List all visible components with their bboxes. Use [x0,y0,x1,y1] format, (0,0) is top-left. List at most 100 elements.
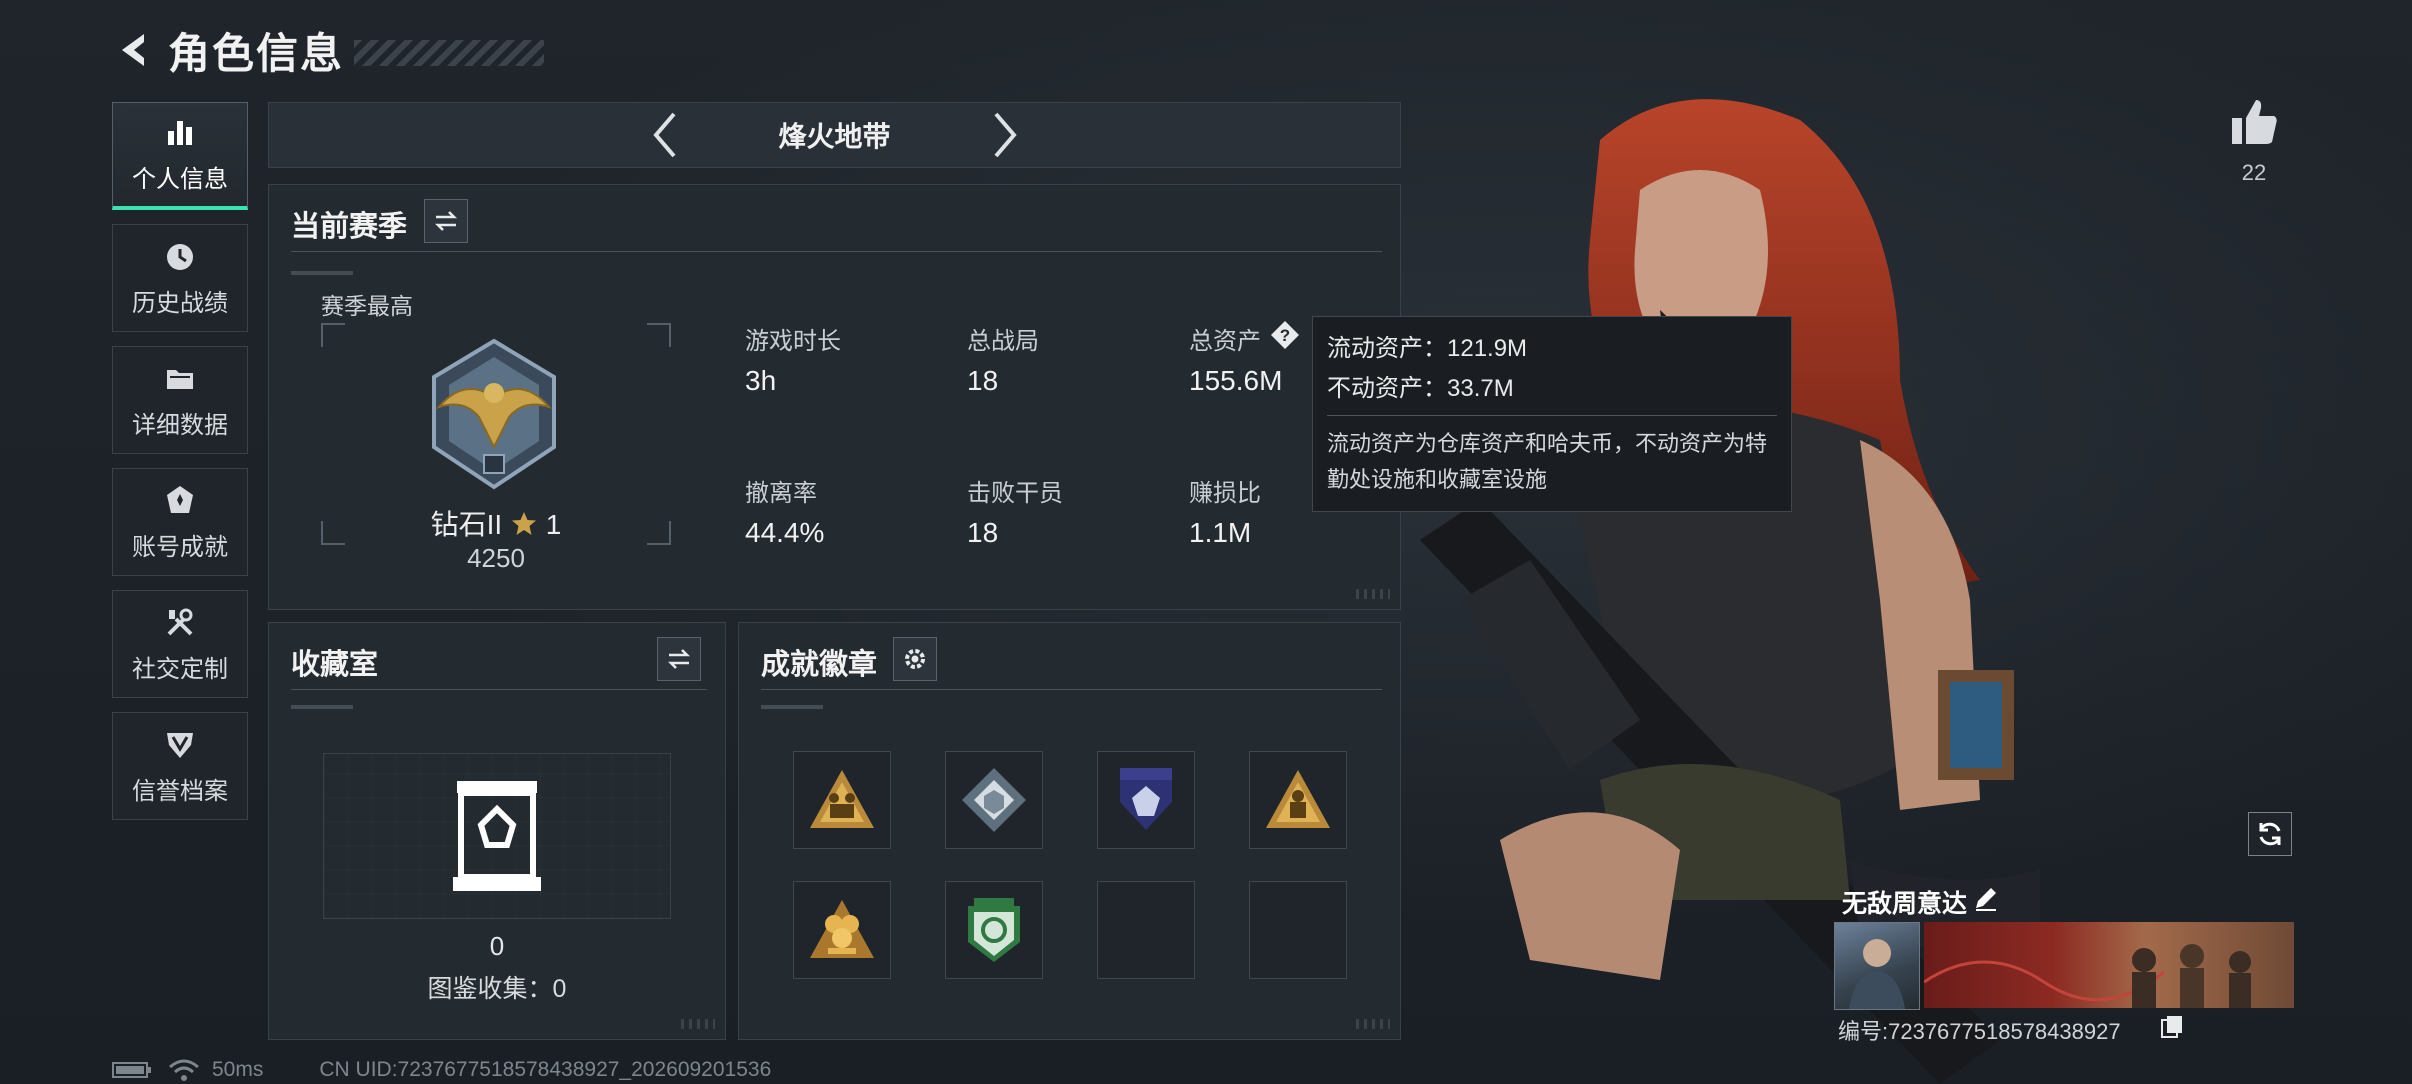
assets-help-button[interactable]: ? [1269,319,1301,351]
shield-v-icon [167,732,193,758]
like-count: 22 [2241,160,2267,185]
folder-icon [167,369,193,389]
badge-slot[interactable] [1249,751,1347,849]
back-arrow-icon [122,34,144,66]
help-icon: ? [1271,321,1299,349]
refresh-button[interactable] [2248,812,2292,856]
ping: 50ms [212,1058,264,1081]
gold-cluster-badge-icon [810,900,874,958]
rank-emblem-icon [432,338,556,490]
stat-value-kills: 18 [967,517,999,548]
divider [291,689,707,690]
page-title: 角色信息 [168,29,345,77]
divider [761,689,1382,690]
divider-accent [291,705,353,709]
bar-chart-icon [168,121,192,145]
badge-slot[interactable] [945,881,1043,979]
thumbs-up-icon [2232,100,2277,144]
nav-label: 账号成就 [132,533,228,561]
nav-item-detailed-data[interactable]: 详细数据 [112,346,248,454]
svg-text:?: ? [1280,326,1290,345]
status-bar: 50ms CN UID:7237677518578438927_20260920… [112,1056,771,1084]
like-button[interactable] [2228,96,2280,148]
page-header: 角色信息 [112,22,545,78]
assets-description: 流动资产为仓库资产和哈夫币，不动资产为特勤处设施和收藏室设施 [1327,431,1768,492]
title-decoration [354,40,545,66]
prev-mode-button[interactable] [645,110,685,160]
back-button[interactable] [112,28,156,72]
stat-label-extract-rate: 撤离率 [745,480,817,507]
next-mode-button[interactable] [985,110,1025,160]
switch-collection-button[interactable] [657,637,701,681]
player-name: 无敌周意达 [1842,890,1968,918]
divider-accent [761,705,823,709]
collection-title: 收藏室 [291,649,379,681]
fixed-assets: 不动资产：33.7M [1327,375,1514,402]
pencil-icon [1976,888,1996,911]
season-panel: 当前赛季 赛季最高 钻石II 1 4250 游戏时长 3h 总战局 18 总资产… [268,184,1401,610]
copy-icon [2161,1016,2182,1038]
rank-score: 4250 [467,543,525,573]
divider-accent [291,271,353,275]
rank-name: 钻石II 1 [430,509,562,540]
copy-id-button[interactable] [2160,1014,2184,1038]
nav-item-match-history[interactable]: 历史战绩 [112,224,248,332]
soldiers-triangle-badge-icon [810,770,874,828]
badge-slot[interactable] [945,751,1043,849]
nav-label: 信誉档案 [132,777,228,805]
banner-image [1924,944,2251,1008]
swap-icon [667,649,691,669]
badge-slot[interactable] [793,751,891,849]
display-case-icon [453,781,541,891]
badge-slot[interactable] [793,881,891,979]
nav-label: 个人信息 [132,166,228,193]
star-icon [511,512,536,535]
switch-season-button[interactable] [424,199,468,243]
badge-slot-empty[interactable] [1097,881,1195,979]
avatar[interactable] [1834,922,1920,1010]
badge-slot[interactable] [1097,751,1195,849]
season-best-label: 赛季最高 [321,293,413,319]
clock-icon [167,243,193,270]
nav-label: 社交定制 [132,655,228,683]
badges-panel: 成就徽章 [738,622,1401,1040]
collection-count: 0 [489,931,505,961]
avatar-image [1849,939,1905,1009]
chevron-right-icon [993,112,1017,158]
divider [291,251,1382,252]
stat-label-playtime: 游戏时长 [745,328,841,355]
green-emblem-badge-icon [968,898,1020,962]
nav-item-personal-info[interactable]: 个人信息 [112,102,248,210]
liquid-assets: 流动资产：121.9M [1327,335,1528,362]
nav-label: 历史战绩 [132,289,228,317]
stat-label-matches: 总战局 [967,328,1039,355]
badge-slot-empty[interactable] [1249,881,1347,979]
mode-title: 烽火地带 [778,121,891,152]
mode-selector: 烽火地带 [268,102,1401,168]
stat-label-kills: 击败干员 [967,480,1063,507]
collection-panel: 收藏室 0 图鉴收集：0 [268,622,726,1040]
nav-item-achievements[interactable]: 账号成就 [112,468,248,576]
badge-settings-button[interactable] [893,637,937,681]
season-panel-title: 当前赛季 [291,211,408,243]
uid: CN UID:7237677518578438927_202609201536 [319,1058,772,1081]
corner-decoration [681,1019,715,1029]
gear-icon [905,649,925,669]
achievement-icon [167,485,193,513]
badges-title: 成就徽章 [761,649,878,681]
tooltip-divider [1327,415,1777,416]
nav-label: 详细数据 [132,411,228,439]
nav-item-reputation[interactable]: 信誉档案 [112,712,248,820]
profile-banner[interactable] [1924,922,2294,1008]
edit-name-button[interactable] [1972,884,2000,912]
stat-value-playtime: 3h [745,365,777,396]
swap-icon [434,211,458,231]
codex-count: 图鉴收集：0 [427,975,567,1003]
stat-value-assets: 155.6M [1189,365,1283,396]
stat-label-assets: 总资产 [1189,328,1261,355]
chevron-left-icon [652,112,676,158]
wifi-icon [169,1059,199,1081]
nav-item-social-custom[interactable]: 社交定制 [112,590,248,698]
stat-value-profit-ratio: 1.1M [1189,517,1252,548]
player-id: 编号:7237677518578438927 [1838,1019,2121,1044]
